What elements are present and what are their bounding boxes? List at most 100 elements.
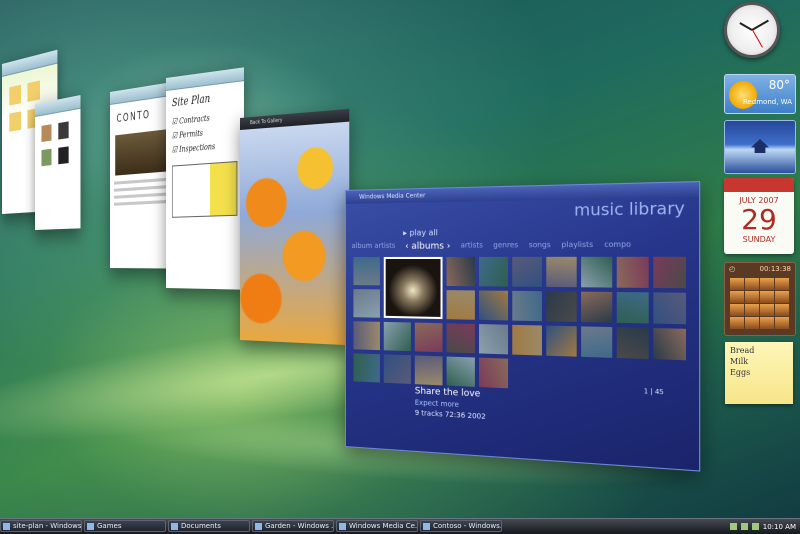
clock-gadget[interactable] bbox=[724, 2, 780, 58]
folder-icon bbox=[171, 522, 178, 530]
album-cover[interactable] bbox=[581, 291, 613, 323]
window-site-plan[interactable]: Site Plan ☑ Contracts ☑ Permits ☑ Inspec… bbox=[166, 67, 244, 290]
checkbox-icon: ☑ bbox=[171, 144, 180, 155]
album-cover[interactable] bbox=[353, 289, 380, 318]
game-icon[interactable] bbox=[41, 124, 52, 143]
album-cover[interactable] bbox=[353, 353, 380, 383]
slideshow-gadget[interactable] bbox=[724, 120, 796, 174]
tab-songs[interactable]: songs bbox=[529, 241, 551, 252]
album-cover[interactable] bbox=[479, 290, 509, 321]
calendar-gadget[interactable]: JULY 2007 29 SUNDAY bbox=[724, 178, 794, 254]
album-cover[interactable] bbox=[546, 291, 577, 322]
album-cover[interactable] bbox=[512, 256, 542, 287]
puzzle-timer: 00:13:38 bbox=[759, 265, 791, 273]
album-grid bbox=[353, 256, 697, 397]
tab-album-artists[interactable]: album artists bbox=[352, 242, 396, 252]
tab-artists[interactable]: artists bbox=[461, 241, 483, 252]
calendar-day: 29 bbox=[741, 203, 777, 236]
album-cover[interactable] bbox=[653, 256, 687, 289]
window-garden[interactable]: Back To Gallery bbox=[240, 108, 350, 346]
chess-icon[interactable] bbox=[58, 146, 69, 165]
tab-composers[interactable]: compo bbox=[604, 240, 631, 251]
taskbar-button-media-center[interactable]: Windows Media Ce... bbox=[336, 520, 418, 532]
taskbar-button-contoso[interactable]: Contoso - Windows... bbox=[420, 520, 502, 532]
album-cover[interactable] bbox=[353, 256, 380, 286]
taskbar: site-plan - Windows... Games Documents G… bbox=[0, 518, 800, 534]
tab-playlists[interactable]: playlists bbox=[562, 240, 594, 251]
album-cover[interactable] bbox=[616, 292, 649, 324]
puzzle-tile[interactable] bbox=[775, 304, 789, 316]
album-cover[interactable] bbox=[353, 321, 380, 351]
notes-gadget[interactable]: Bread Milk Eggs bbox=[725, 342, 793, 404]
window-games[interactable] bbox=[35, 95, 81, 230]
plan-sketch bbox=[171, 160, 238, 218]
album-cover[interactable] bbox=[479, 256, 509, 287]
note-line: Milk bbox=[730, 357, 749, 366]
folder-icon[interactable] bbox=[9, 111, 22, 132]
puzzle-tile[interactable] bbox=[730, 278, 744, 290]
hour-hand bbox=[739, 22, 753, 31]
album-cover-selected[interactable] bbox=[383, 256, 443, 320]
puzzle-tile[interactable] bbox=[730, 317, 744, 329]
tab-genres[interactable]: genres bbox=[493, 241, 518, 252]
volume-icon[interactable] bbox=[740, 523, 748, 530]
album-cover[interactable] bbox=[546, 256, 577, 288]
album-cover[interactable] bbox=[616, 256, 649, 288]
album-cover[interactable] bbox=[383, 321, 411, 352]
puzzle-tile[interactable] bbox=[745, 317, 759, 329]
puzzle-tile[interactable] bbox=[745, 304, 759, 316]
album-cover[interactable] bbox=[616, 327, 649, 360]
weather-temperature: 80° bbox=[768, 78, 790, 92]
page-indicator: 1 | 45 bbox=[643, 387, 664, 397]
weather-gadget[interactable]: 80° Redmond, WA bbox=[724, 74, 796, 114]
album-cover[interactable] bbox=[512, 324, 542, 356]
pagoda-photo bbox=[751, 139, 769, 153]
album-cover[interactable] bbox=[446, 323, 475, 354]
checklist: ☑ Contracts ☑ Permits ☑ Inspections bbox=[166, 108, 244, 158]
album-cover[interactable] bbox=[446, 356, 475, 387]
security-icon[interactable] bbox=[751, 523, 759, 530]
folder-icon[interactable] bbox=[9, 84, 22, 106]
album-cover[interactable] bbox=[653, 292, 687, 325]
play-all-button[interactable]: ▸ play all bbox=[403, 228, 438, 238]
album-cover[interactable] bbox=[414, 322, 443, 353]
puzzle-tile[interactable] bbox=[730, 304, 744, 316]
album-cover[interactable] bbox=[653, 328, 687, 361]
tray-clock[interactable]: 10:10 AM bbox=[763, 523, 796, 531]
taskbar-button-garden[interactable]: Garden - Windows ... bbox=[252, 520, 334, 532]
album-cover[interactable] bbox=[581, 256, 613, 288]
puzzle-tile[interactable] bbox=[760, 291, 774, 303]
folder-icon[interactable] bbox=[27, 80, 40, 102]
puzzle-tile[interactable] bbox=[760, 278, 774, 290]
album-cover[interactable] bbox=[512, 290, 542, 322]
album-cover[interactable] bbox=[446, 256, 475, 287]
puzzle-tile[interactable] bbox=[775, 291, 789, 303]
puzzle-tile[interactable] bbox=[760, 317, 774, 329]
puzzle-tile[interactable] bbox=[730, 291, 744, 303]
album-cover[interactable] bbox=[479, 324, 509, 355]
album-cover[interactable] bbox=[414, 355, 443, 386]
taskbar-button-documents[interactable]: Documents bbox=[168, 520, 250, 532]
taskbar-button-site-plan[interactable]: site-plan - Windows... bbox=[0, 520, 82, 532]
puzzle-tiles[interactable] bbox=[725, 275, 795, 332]
album-cover[interactable] bbox=[446, 290, 475, 320]
calendar-weekday: SUNDAY bbox=[742, 235, 776, 244]
taskbar-button-games[interactable]: Games bbox=[84, 520, 166, 532]
puzzle-tile[interactable] bbox=[775, 278, 789, 290]
timer-icon: ◴ bbox=[729, 265, 736, 273]
tab-albums[interactable]: ‹ albums › bbox=[405, 241, 450, 252]
puzzle-tile[interactable] bbox=[760, 304, 774, 316]
album-cover[interactable] bbox=[581, 326, 613, 358]
puzzle-tile[interactable] bbox=[775, 317, 789, 329]
picture-puzzle-gadget[interactable]: ◴ 00:13:38 bbox=[724, 262, 796, 336]
window-media-center[interactable]: Windows Media Center music library ▸ pla… bbox=[345, 180, 701, 472]
game-icon[interactable] bbox=[58, 121, 69, 140]
puzzle-tile[interactable] bbox=[745, 278, 759, 290]
album-cover[interactable] bbox=[383, 354, 411, 384]
desktop-wallpaper: CONTO Site Plan ☑ Contracts ☑ Permits ☑ … bbox=[0, 0, 800, 518]
album-cover[interactable] bbox=[546, 325, 577, 357]
album-cover[interactable] bbox=[479, 357, 509, 389]
network-icon[interactable] bbox=[729, 523, 737, 530]
puzzle-tile[interactable] bbox=[745, 291, 759, 303]
game-icon[interactable] bbox=[41, 148, 52, 167]
